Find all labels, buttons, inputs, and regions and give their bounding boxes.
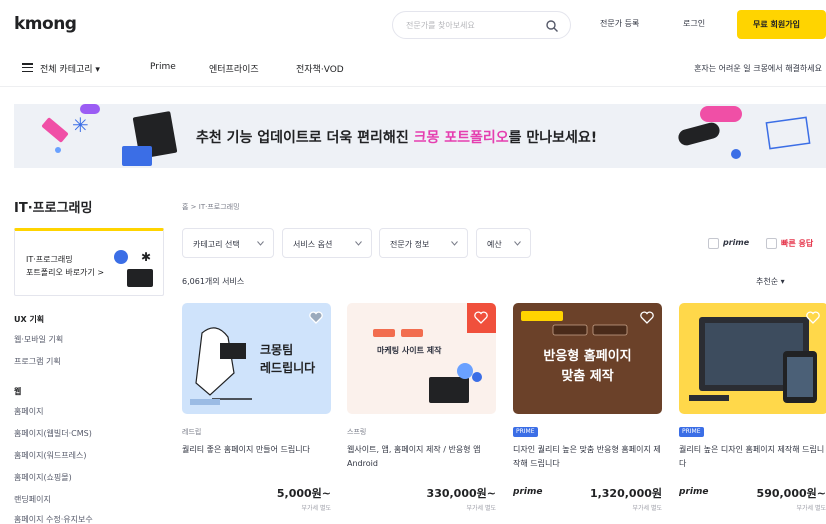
heart-icon[interactable]: [806, 311, 820, 324]
signup-label: 무료 회원가입: [753, 20, 800, 29]
chevron-down-icon: [451, 241, 458, 246]
card-price: 590,000원~: [756, 487, 826, 500]
service-card[interactable]: 크몽팀 레드립니다 레드립 퀄리티 좋은 홈페이지 만들어 드립니다 5,000…: [182, 303, 331, 524]
price-note: 부가세 별도: [796, 505, 826, 512]
filter-category[interactable]: 카테고리 선택: [182, 228, 274, 258]
result-count: 6,061개의 서비스: [182, 277, 245, 286]
header: kmong 전문가를 찾아보세요 전문가 등록 로그인 무료 회원가입: [0, 0, 826, 50]
service-card[interactable]: 마케팅 사이트 제작 스프링 웹사이트, 앱, 홈페이지 제작 / 반응형 앱 …: [347, 303, 496, 524]
nav-right-text[interactable]: 혼자는 어려운 일 크몽에서 해결하세요: [694, 63, 822, 74]
card-title[interactable]: 웹사이트, 앱, 홈페이지 제작 / 반응형 앱 Android: [347, 443, 496, 471]
nav-ebook-vod[interactable]: 전자책·VOD: [296, 62, 344, 75]
heart-icon[interactable]: [474, 311, 488, 324]
thumbnail-illustration: [689, 317, 817, 403]
card-price: 1,320,000원: [589, 487, 662, 500]
menu-icon[interactable]: [22, 63, 33, 73]
card-thumbnail: 크몽팀 레드립니다: [182, 303, 331, 414]
prime-checkbox[interactable]: [708, 238, 719, 249]
side-section-ux[interactable]: UX 기획: [14, 314, 44, 325]
thumbnail-text: 크몽팀 레드립니다: [260, 343, 316, 375]
card-price: 330,000원~: [426, 487, 496, 500]
category-title: IT·프로그래밍: [14, 201, 93, 216]
seller-name[interactable]: 스프링: [347, 427, 366, 437]
filter-expert-info[interactable]: 전문가 정보: [379, 228, 468, 258]
side-item[interactable]: 프로그램 기획: [14, 356, 61, 367]
prime-badge: PRIME: [513, 427, 538, 437]
side-item[interactable]: 홈페이지(워드프레스): [14, 450, 86, 461]
prime-badge: PRIME: [679, 427, 704, 437]
kmong-logo[interactable]: kmong: [14, 14, 77, 34]
card-title[interactable]: 디자인 퀄리티 높은 맞춤 반응형 홈페이지 제작해 드립니다: [513, 443, 662, 471]
prime-label: prime: [513, 487, 543, 497]
nav-prime[interactable]: Prime: [150, 62, 176, 72]
heart-icon[interactable]: [640, 311, 654, 324]
nav-all-categories[interactable]: 전체 카테고리 ▾: [40, 62, 100, 75]
prime-option-label: prime: [723, 238, 750, 247]
side-item[interactable]: 홈페이지(쇼핑몰): [14, 472, 72, 483]
login-link[interactable]: 로그인: [683, 18, 705, 29]
card-thumbnail: 반응형 홈페이지 맞춤 제작: [513, 303, 662, 414]
seller-name[interactable]: 레드립: [182, 427, 201, 437]
filter-budget[interactable]: 예산: [476, 228, 531, 258]
promo-text: IT·프로그래밍 포트폴리오 바로가기 >: [26, 255, 105, 277]
search-box[interactable]: 전문가를 찾아보세요: [392, 11, 571, 39]
portfolio-promo-card[interactable]: IT·프로그래밍 포트폴리오 바로가기 > ✱: [14, 228, 164, 296]
svg-text:✱: ✱: [141, 250, 151, 264]
service-card[interactable]: 반응형 홈페이지 맞춤 제작 PRIME 디자인 퀄리티 높은 맞춤 반응형 홈…: [513, 303, 662, 524]
side-item[interactable]: 홈페이지 수정·유지보수: [14, 514, 93, 524]
card-title[interactable]: 퀄리티 높은 디자인 홈페이지 제작해 드립니다: [679, 443, 826, 471]
nav-enterprise[interactable]: 엔터프라이즈: [209, 62, 259, 75]
side-item[interactable]: 홈페이지(웹빌더·CMS): [14, 428, 92, 439]
side-item[interactable]: 랜딩페이지: [14, 494, 51, 505]
svg-text:✳: ✳: [72, 113, 89, 137]
header-divider: [0, 86, 826, 87]
breadcrumb[interactable]: 홈 > IT·프로그래밍: [182, 202, 240, 212]
side-section-web[interactable]: 웹: [14, 386, 21, 397]
service-card[interactable]: PRIME 퀄리티 높은 디자인 홈페이지 제작해 드립니다 prime 590…: [679, 303, 826, 524]
thumbnail-text: 마케팅 사이트 제작: [377, 346, 442, 355]
search-input[interactable]: 전문가를 찾아보세요: [406, 20, 475, 31]
price-note: 부가세 별도: [632, 505, 662, 512]
thumbnail-text: 반응형 홈페이지 맞춤 제작: [543, 349, 632, 384]
heart-icon[interactable]: [309, 311, 323, 324]
prime-label: prime: [679, 487, 709, 497]
become-expert-link[interactable]: 전문가 등록: [600, 18, 639, 29]
side-item[interactable]: 홈페이지: [14, 406, 43, 417]
chevron-down-icon: [355, 241, 362, 246]
signup-button[interactable]: 무료 회원가입: [737, 10, 826, 39]
card-price: 5,000원~: [276, 487, 331, 500]
sort-dropdown[interactable]: 추천순 ▾: [756, 276, 785, 287]
chevron-down-icon: [514, 241, 521, 246]
side-item[interactable]: 웹·모바일 기획: [14, 334, 63, 345]
card-title[interactable]: 퀄리티 좋은 홈페이지 만들어 드립니다: [182, 443, 331, 457]
promo-illustration: ✱: [114, 250, 153, 287]
card-thumbnail: 마케팅 사이트 제작: [347, 303, 496, 414]
card-thumbnail: [679, 303, 826, 414]
promo-banner[interactable]: ✳ 추천 기능 업데이트로 더욱 편리해진 크몽 포트폴리오를 만나보세요!: [14, 104, 826, 168]
fast-response-label: 빠른 응답: [781, 239, 814, 248]
chevron-down-icon: [257, 241, 264, 246]
fast-response-checkbox[interactable]: [766, 238, 777, 249]
search-icon[interactable]: [545, 19, 559, 33]
banner-headline: 추천 기능 업데이트로 더욱 편리해진 크몽 포트폴리오를 만나보세요!: [196, 130, 598, 146]
category-nav: 전체 카테고리 ▾ Prime 엔터프라이즈 전자책·VOD 혼자는 어려운 일…: [0, 54, 826, 82]
price-note: 부가세 별도: [301, 505, 331, 512]
price-note: 부가세 별도: [466, 505, 496, 512]
filter-service-option[interactable]: 서비스 옵션: [282, 228, 372, 258]
